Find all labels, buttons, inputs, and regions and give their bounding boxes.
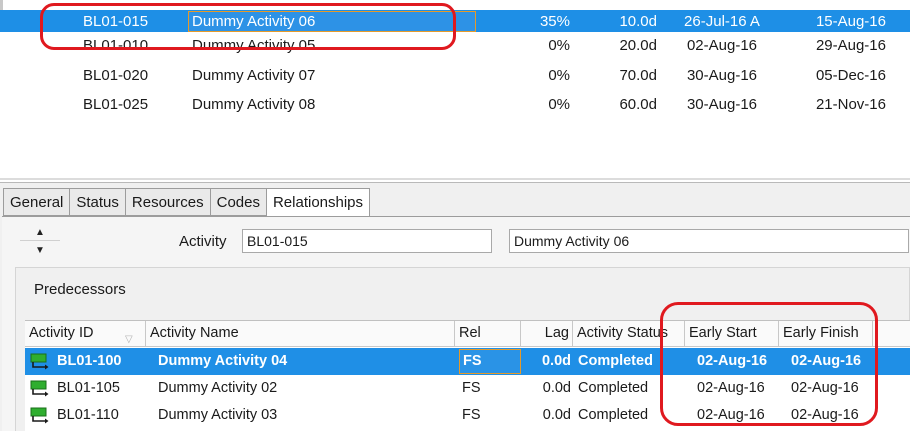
predecessor-name: Dummy Activity 02 [158,380,278,396]
predecessor-lag: 0.0d [541,353,571,369]
activity-row[interactable]: BL01-020 Dummy Activity 07 0% 70.0d 30-A… [0,61,910,89]
predecessor-lag: 0.0d [542,380,571,396]
tab-status[interactable]: Status [69,188,125,216]
relationship-link-icon [30,353,49,370]
relationship-type: FS [462,407,481,423]
percent-complete: 0% [548,36,570,54]
relationship-link-icon [30,380,49,397]
activity-name: Dummy Activity 08 [192,95,316,113]
activity-id: BL01-025 [83,95,149,113]
activity-id-field[interactable]: BL01-015 [242,229,492,253]
tab-relationships[interactable]: Relationships [265,188,371,219]
predecessor-id: BL01-105 [57,380,120,396]
predecessor-status: Completed [578,380,649,396]
activity-row[interactable]: BL01-025 Dummy Activity 08 0% 60.0d 30-A… [0,90,910,118]
predecessor-lag: 0.0d [542,407,571,423]
activity-id: BL01-020 [83,66,149,84]
relationship-link-icon [30,407,49,424]
finish-date: 15-Aug-16 [815,12,886,30]
tab-general[interactable]: General [3,188,70,216]
tab-resources[interactable]: Resources [124,188,210,216]
activity-name: Dummy Activity 07 [192,66,316,84]
start-date: 02-Aug-16 [686,36,758,54]
predecessor-status: Completed [578,407,649,423]
col-activity-name[interactable]: Activity Name [146,321,455,347]
finish-date: 05-Dec-16 [815,66,886,84]
start-date: 26-Jul-16 A [684,12,760,30]
predecessor-id: BL01-110 [57,407,119,423]
finish-date: 21-Nov-16 [815,95,886,113]
predecessor-name: Dummy Activity 04 [158,353,288,369]
highlight-ring-early-dates [660,302,878,426]
start-date: 30-Aug-16 [686,95,758,113]
tab-codes[interactable]: Codes [209,188,266,216]
finish-date: 29-Aug-16 [815,36,886,54]
activity-name-field[interactable]: Dummy Activity 06 [509,229,909,253]
percent-complete: 35% [539,12,570,30]
percent-complete: 0% [548,95,570,113]
pane-splitter[interactable] [0,178,910,180]
duration: 60.0d [619,95,657,113]
predecessor-id: BL01-100 [57,353,122,369]
predecessor-status: Completed [578,353,653,369]
predecessor-name: Dummy Activity 03 [158,407,278,423]
highlight-ring-selected-activity [40,3,456,50]
activity-label: Activity [179,233,227,250]
duration: 70.0d [619,66,657,84]
sort-arrow-icon: ▽ [125,334,133,345]
col-lag[interactable]: Lag [521,321,573,347]
relationship-type-editor[interactable]: FS [459,349,521,374]
percent-complete: 0% [548,66,570,84]
duration: 20.0d [619,36,657,54]
details-tabs: General Status Resources Codes Relations… [3,188,371,219]
activity-navigator: ▲ ▼ [20,225,60,259]
col-rel[interactable]: Rel [455,321,521,347]
predecessors-title: Predecessors [34,281,126,298]
start-date: 30-Aug-16 [686,66,758,84]
arrow-up-icon[interactable]: ▲ [20,225,60,241]
duration: 10.0d [619,12,657,30]
col-activity-id[interactable]: Activity ID ▽ [25,321,146,347]
relationship-type: FS [462,380,481,396]
col-activity-id-label: Activity ID [29,325,94,341]
arrow-down-icon[interactable]: ▼ [20,242,60,258]
